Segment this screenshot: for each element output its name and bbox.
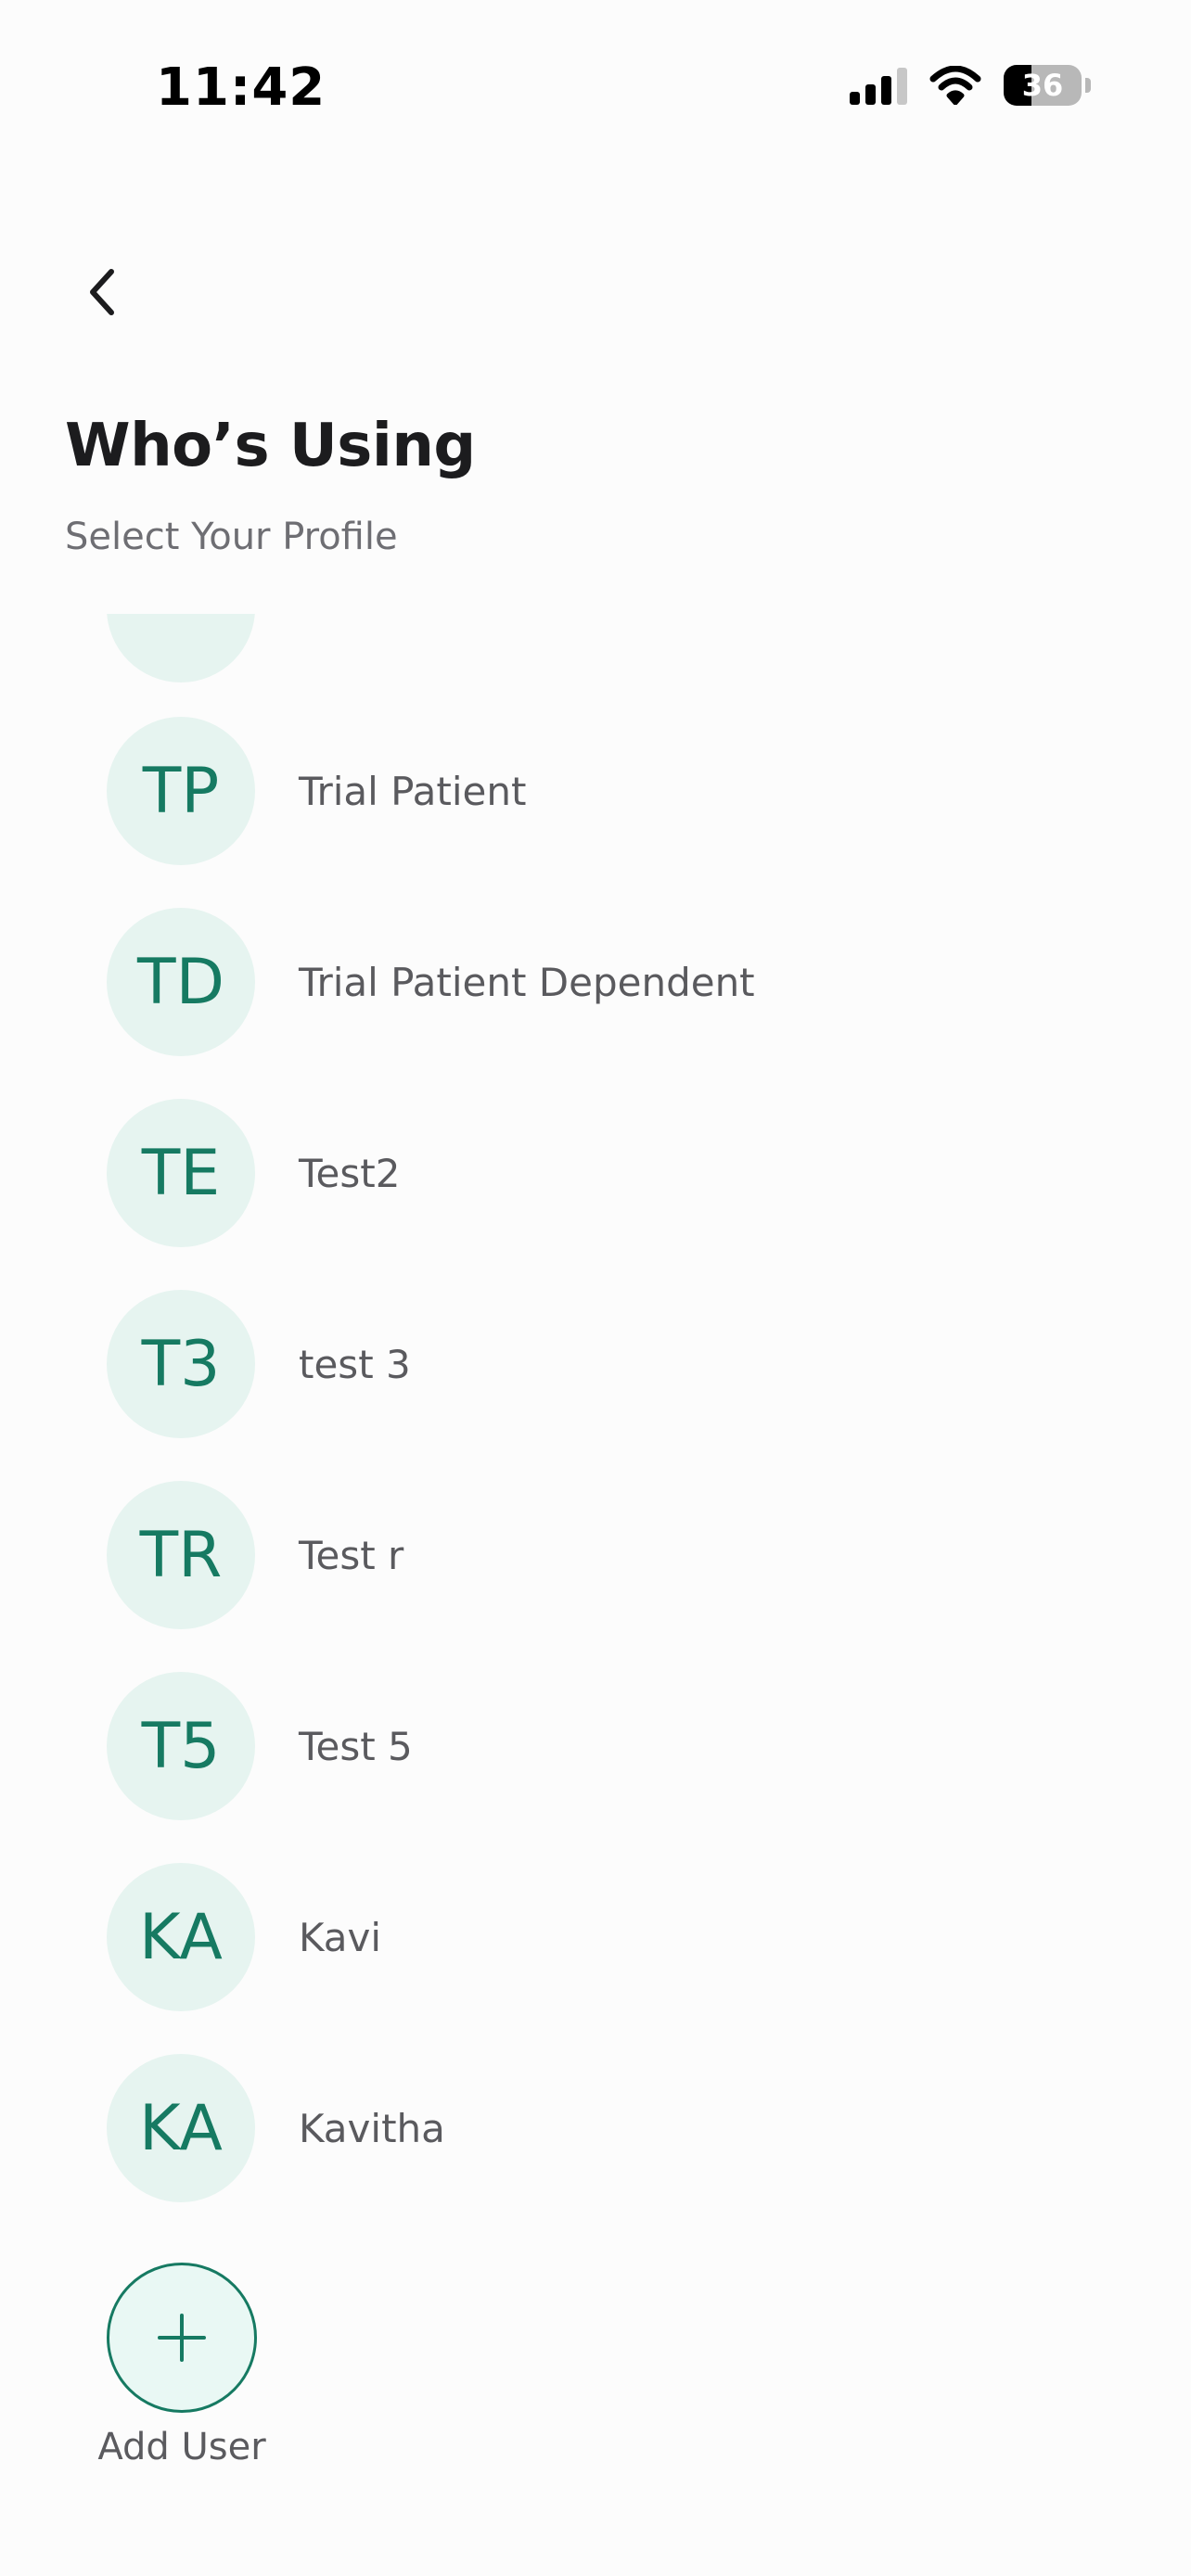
- profile-item-trial-patient[interactable]: TP Trial Patient: [0, 695, 1191, 886]
- profile-name: Test 5: [299, 1723, 413, 1769]
- battery-cap: [1085, 78, 1091, 93]
- avatar: KA: [107, 1863, 255, 2011]
- profile-list: TP Trial Patient TD Trial Patient Depend…: [0, 695, 1191, 2209]
- profile-name: test 3: [299, 1341, 411, 1387]
- profile-item-test-r[interactable]: TR Test r: [0, 1460, 1191, 1651]
- profile-name: Test2: [299, 1150, 401, 1196]
- page-title: Who’s Using: [65, 412, 476, 480]
- avatar: TR: [107, 1481, 255, 1629]
- profile-name: Trial Patient Dependent: [299, 959, 755, 1005]
- status-icons: 36: [850, 65, 1091, 106]
- chevron-left-icon: [90, 269, 114, 315]
- back-button[interactable]: [65, 250, 139, 334]
- avatar: TE: [107, 1099, 255, 1247]
- profile-item-trial-patient-dependent[interactable]: TD Trial Patient Dependent: [0, 886, 1191, 1078]
- profile-item-kavitha[interactable]: KA Kavitha: [0, 2033, 1191, 2209]
- profile-item-test-5[interactable]: T5 Test 5: [0, 1651, 1191, 1842]
- avatar: TD: [107, 908, 255, 1056]
- avatar: KA: [107, 2054, 255, 2202]
- avatar[interactable]: [107, 614, 255, 682]
- add-user-label: Add User: [97, 2426, 266, 2468]
- profile-item-kavi[interactable]: KA Kavi: [0, 1842, 1191, 2033]
- profile-name: Kavitha: [299, 2105, 445, 2151]
- battery-level: 36: [1021, 68, 1064, 103]
- status-bar: 11:42 36: [0, 0, 1191, 176]
- add-user-circle[interactable]: [107, 2263, 257, 2413]
- add-user-button[interactable]: Add User: [93, 2263, 271, 2468]
- profile-list-viewport[interactable]: TP Trial Patient TD Trial Patient Depend…: [0, 614, 1191, 2209]
- wifi-icon: [929, 66, 981, 105]
- profile-name: Trial Patient: [299, 768, 527, 814]
- profile-item-test2[interactable]: TE Test2: [0, 1078, 1191, 1269]
- plus-icon: [158, 2314, 206, 2362]
- status-time: 11:42: [156, 57, 327, 118]
- avatar: T3: [107, 1290, 255, 1438]
- profile-name: Test r: [299, 1532, 404, 1578]
- avatar: T5: [107, 1672, 255, 1820]
- cellular-signal-icon: [850, 66, 907, 105]
- avatar: TP: [107, 717, 255, 865]
- battery-icon: 36: [1004, 65, 1082, 106]
- profile-item-test-3[interactable]: T3 test 3: [0, 1269, 1191, 1460]
- page-subtitle: Select Your Profile: [65, 516, 398, 558]
- profile-name: Kavi: [299, 1914, 382, 1960]
